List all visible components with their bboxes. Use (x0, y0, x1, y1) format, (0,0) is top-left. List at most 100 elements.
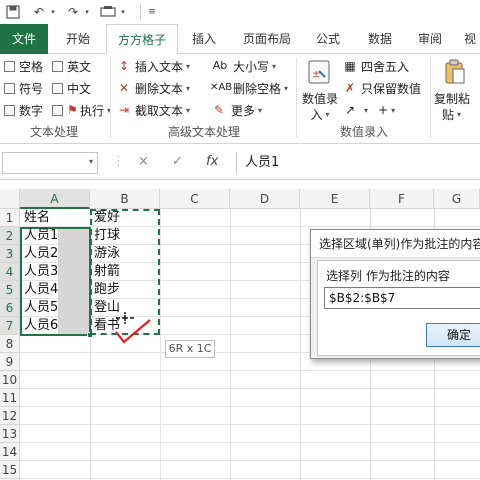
gridline (20, 442, 480, 443)
delete-text-icon: ✕ (118, 81, 130, 95)
name-box[interactable]: ▾ (2, 152, 98, 174)
gridline (230, 209, 231, 480)
undo-icon[interactable]: ↶ (30, 3, 48, 21)
keep-value-label: 只保留数值 (361, 81, 422, 96)
enter-icon[interactable]: ✓ (172, 154, 183, 169)
delete-space-label: 删除空格 (233, 81, 282, 96)
checkbox-symbol[interactable]: 符号 (4, 78, 43, 98)
column-header-g[interactable]: G (434, 189, 480, 209)
cell[interactable]: 跑步 (92, 281, 120, 299)
tab-data[interactable]: 数据 (360, 24, 400, 54)
row-header[interactable]: 14 (0, 443, 20, 461)
gridline (300, 209, 301, 480)
checkbox-english[interactable]: 英文 (52, 56, 91, 76)
excel-window: ↶ ▾ ↷ ▾ ▾ ≡ 文件 开始 方方格子 插入 页面布局 公式 数据 审阅 … (0, 0, 480, 480)
tab-fangfang-gezi[interactable]: 方方格子 (106, 24, 178, 55)
tab-insert[interactable]: 插入 (184, 24, 224, 54)
column-header-a[interactable]: A (20, 189, 90, 209)
undo-dropdown-icon[interactable]: ▾ (48, 3, 58, 21)
tab-formulas[interactable]: 公式 (308, 24, 348, 54)
checkbox-english-label: 英文 (67, 59, 92, 74)
quick-access-toolbar: ↶ ▾ ↷ ▾ ▾ ≡ (0, 0, 480, 24)
row-header[interactable]: 4 (0, 263, 20, 281)
checkbox-symbol-label: 符号 (19, 81, 44, 96)
cell[interactable]: 人员1 (22, 227, 58, 245)
cell[interactable]: 爱好 (92, 209, 120, 227)
row-header[interactable]: 15 (0, 461, 20, 479)
row-header[interactable]: 5 (0, 281, 20, 299)
ribbon-tabs: 文件 开始 方方格子 插入 页面布局 公式 数据 审阅 视 (0, 24, 480, 55)
cell[interactable]: 人员6 (22, 317, 58, 335)
row-header[interactable]: 8 (0, 335, 20, 353)
select-all-corner[interactable] (0, 189, 20, 209)
cell[interactable]: 游泳 (92, 245, 120, 263)
checkbox-chinese[interactable]: 中文 (52, 78, 91, 98)
formula-input[interactable]: 人员1 (236, 152, 480, 174)
row-header[interactable]: 3 (0, 245, 20, 263)
truncate-text-button[interactable]: ⇥ 截取文本 ▾ (116, 100, 190, 120)
cell[interactable]: 打球 (92, 227, 120, 245)
tab-view[interactable]: 视 (458, 24, 480, 54)
gridline (20, 370, 480, 371)
row-header[interactable]: 1 (0, 209, 20, 227)
row-header[interactable]: 13 (0, 425, 20, 443)
delete-text-button[interactable]: ✕ 删除文本 ▾ (116, 78, 190, 98)
cell[interactable]: 人员3 (22, 263, 58, 281)
delete-text-label: 删除文本 (135, 81, 184, 96)
ok-button[interactable]: 确定 (426, 323, 480, 347)
cell[interactable]: 人员2 (22, 245, 58, 263)
plus-button[interactable]: + ▾ (378, 100, 395, 120)
row-header[interactable]: 11 (0, 389, 20, 407)
row-header[interactable]: 10 (0, 371, 20, 389)
range-input[interactable]: $B$2:$B$7 (324, 287, 480, 309)
cancel-icon[interactable]: × (138, 154, 149, 169)
case-label: 大小写 (233, 59, 270, 74)
delete-space-button[interactable]: ✕AB 删除空格 ▾ (210, 78, 288, 98)
keep-value-button[interactable]: ✗ 只保留数值 (342, 78, 421, 98)
column-header-c[interactable]: C (160, 189, 230, 209)
group-separator (430, 58, 431, 138)
cell[interactable]: 人员4 (22, 281, 58, 299)
redo-dropdown-icon[interactable]: ▾ (82, 3, 92, 21)
formula-bar: ▾ ⋮ × ✓ fx 人员1 (0, 144, 480, 180)
copy-paste-button-line2[interactable]: 贴 ▾ (442, 104, 461, 124)
save-icon[interactable] (4, 3, 22, 21)
tab-home[interactable]: 开始 (56, 24, 100, 54)
cell[interactable]: 射箭 (92, 263, 120, 281)
column-header-d[interactable]: D (230, 189, 300, 209)
execute-button[interactable]: ⚑执行▾ (52, 100, 111, 120)
selection-size-tooltip: 6R x 1C (165, 340, 215, 358)
more-button[interactable]: ✎ 更多 ▾ (210, 100, 262, 120)
delete-space-icon: ✕AB (210, 82, 233, 93)
cell[interactable]: 人员5 (22, 299, 58, 317)
cell[interactable]: 姓名 (22, 209, 50, 227)
formula-more-icon: ⋮ (112, 154, 125, 169)
checkbox-space[interactable]: 空格 (4, 56, 43, 76)
insert-text-icon: ↕ (118, 59, 130, 73)
numeric-entry-button-line2[interactable]: 入 ▾ (300, 104, 340, 124)
insert-text-button[interactable]: ↕ 插入文本 ▾ (116, 56, 190, 76)
round-button[interactable]: ▦ 四舍五入 (342, 56, 409, 76)
column-header-b[interactable]: B (90, 189, 160, 209)
truncate-text-icon: ⇥ (118, 103, 130, 117)
name-box-dropdown-icon[interactable]: ▾ (89, 157, 93, 166)
row-header[interactable]: 9 (0, 353, 20, 371)
tab-page-layout[interactable]: 页面布局 (232, 24, 302, 54)
row-header[interactable]: 2 (0, 227, 20, 245)
tab-file[interactable]: 文件 (0, 24, 48, 54)
row-header[interactable]: 7 (0, 317, 20, 335)
checkbox-number[interactable]: 数字 (4, 100, 43, 120)
row-header[interactable]: 12 (0, 407, 20, 425)
more-commands-icon[interactable]: ≡ (146, 3, 158, 21)
tab-review[interactable]: 审阅 (410, 24, 450, 54)
case-button[interactable]: Ab 大小写 ▾ (210, 56, 276, 76)
insert-function-icon[interactable]: fx (206, 154, 218, 169)
column-header-e[interactable]: E (300, 189, 370, 209)
print-preview-icon[interactable] (98, 3, 118, 21)
svg-text:±: ± (312, 69, 320, 80)
row-header[interactable]: 6 (0, 299, 20, 317)
customize-qat-icon[interactable]: ▾ (118, 3, 128, 21)
special-button[interactable]: ↗ ▾ (342, 100, 368, 120)
redo-icon[interactable]: ↷ (64, 3, 82, 21)
column-header-f[interactable]: F (370, 189, 434, 209)
